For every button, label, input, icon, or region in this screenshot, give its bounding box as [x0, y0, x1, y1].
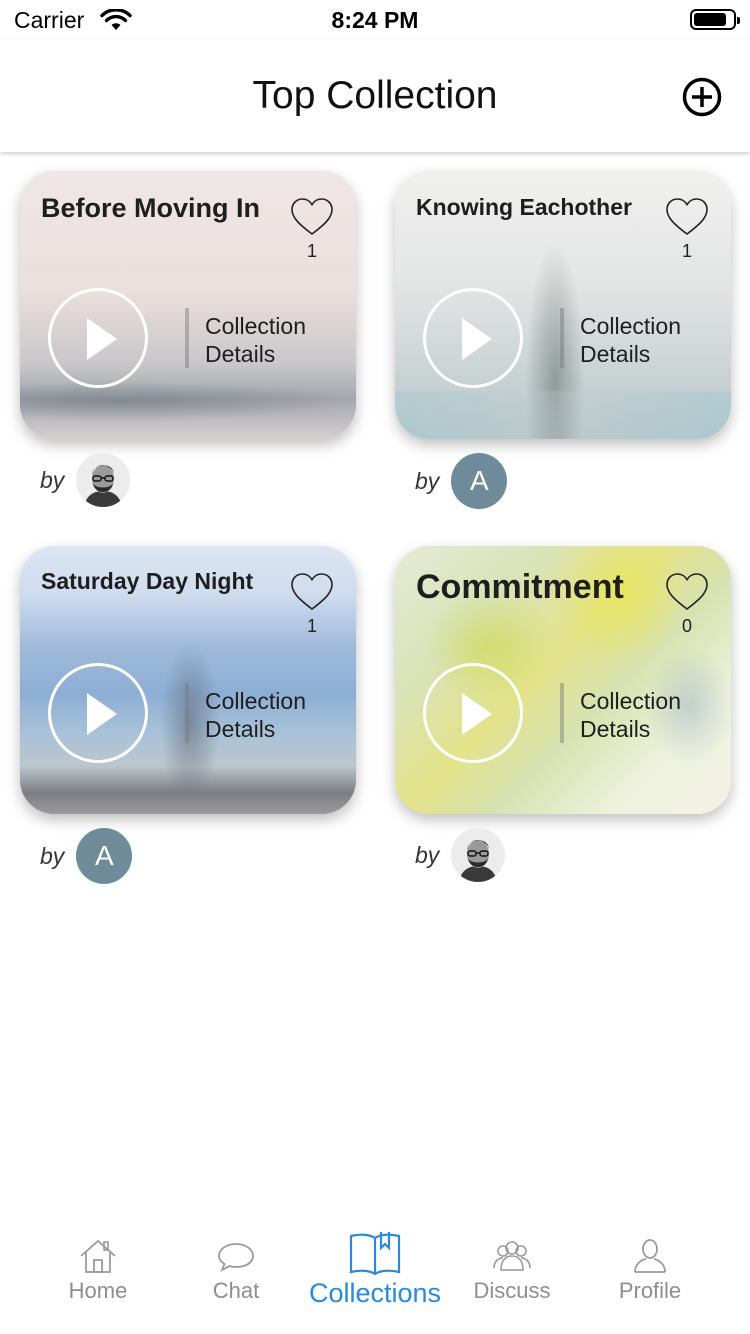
play-icon	[462, 693, 492, 735]
page-title: Top Collection	[252, 74, 498, 117]
like-count: 1	[306, 241, 317, 261]
status-bar: Carrier 8:24 PM	[0, 0, 750, 40]
status-time: 8:24 PM	[331, 7, 419, 33]
by-label: by	[415, 841, 440, 868]
author-byline: by A	[415, 453, 508, 509]
collection-title: Commitment	[416, 568, 624, 606]
collection-card-image[interactable]: Knowing Eachother 1 Collection Details	[395, 171, 731, 439]
collection-details-line2: Details	[580, 341, 651, 367]
tab-discuss-label: Discuss	[473, 1278, 551, 1303]
collection-details-line2: Details	[205, 716, 276, 742]
collection-card: Saturday Day Night 1 Collection Details …	[20, 546, 356, 884]
tab-home-label: Home	[68, 1278, 128, 1303]
group-icon	[493, 1241, 531, 1271]
collection-title: Knowing Eachother	[416, 194, 632, 220]
collection-details-link[interactable]: Collection Details	[580, 312, 681, 368]
by-label: by	[40, 466, 65, 493]
book-bookmark-icon	[349, 1232, 401, 1276]
like-count: 1	[306, 616, 317, 636]
tab-chat[interactable]: Chat	[161, 1224, 311, 1304]
chat-bubble-icon	[218, 1243, 254, 1272]
heart-icon[interactable]	[290, 197, 334, 237]
play-icon	[87, 693, 117, 735]
author-avatar[interactable]: A	[76, 828, 133, 884]
collection-details-link[interactable]: Collection Details	[205, 312, 306, 368]
person-icon	[634, 1239, 666, 1273]
tab-bar: Home Chat Collections Discuss Profile	[0, 1224, 750, 1334]
play-button[interactable]	[423, 663, 523, 763]
play-icon	[87, 318, 117, 360]
author-avatar[interactable]	[451, 828, 506, 882]
by-label: by	[415, 467, 440, 494]
tab-profile[interactable]: Profile	[575, 1224, 725, 1304]
tab-profile-label: Profile	[618, 1278, 682, 1303]
by-label: by	[40, 842, 65, 869]
add-collection-button[interactable]	[682, 77, 722, 117]
battery-icon	[690, 9, 740, 30]
author-byline: by A	[40, 828, 133, 884]
navigation-bar: Top Collection	[0, 40, 750, 152]
tab-home[interactable]: Home	[23, 1224, 173, 1304]
heart-icon[interactable]	[665, 197, 709, 237]
heart-icon[interactable]	[290, 572, 334, 612]
collection-title: Saturday Day Night	[41, 568, 254, 594]
collection-details-line1: Collection	[205, 313, 306, 339]
collection-details-link[interactable]: Collection Details	[205, 687, 306, 743]
heart-icon[interactable]	[665, 572, 709, 612]
divider	[560, 308, 564, 368]
author-byline: by	[415, 828, 506, 882]
collection-title: Before Moving In	[41, 193, 261, 223]
divider	[185, 308, 189, 368]
like-count: 0	[681, 616, 692, 636]
author-avatar[interactable]: A	[451, 453, 508, 509]
collection-details-line1: Collection	[580, 313, 681, 339]
collection-card: Knowing Eachother 1 Collection Details b…	[395, 171, 731, 509]
play-button[interactable]	[423, 288, 523, 388]
person-photo-icon	[76, 453, 131, 507]
play-button[interactable]	[48, 288, 148, 388]
author-avatar[interactable]	[76, 453, 131, 507]
like-count: 1	[681, 241, 692, 261]
collection-details-line2: Details	[205, 341, 276, 367]
person-photo-icon	[451, 828, 506, 882]
collection-card: Commitment 0 Collection Details by	[395, 546, 731, 882]
collection-details-link[interactable]: Collection Details	[580, 687, 681, 743]
collection-card-image[interactable]: Before Moving In 1 Collection Details	[20, 171, 356, 439]
home-icon	[80, 1239, 116, 1273]
author-byline: by	[40, 453, 131, 507]
collection-card-image[interactable]: Saturday Day Night 1 Collection Details	[20, 546, 356, 814]
collection-details-line1: Collection	[205, 688, 306, 714]
play-button[interactable]	[48, 663, 148, 763]
play-icon	[462, 318, 492, 360]
collection-details-line2: Details	[580, 716, 651, 742]
divider	[185, 683, 189, 743]
tab-collections[interactable]: Collections	[300, 1224, 450, 1309]
divider	[560, 683, 564, 743]
collection-card-image[interactable]: Commitment 0 Collection Details	[395, 546, 731, 814]
tab-discuss[interactable]: Discuss	[437, 1224, 587, 1304]
collection-details-line1: Collection	[580, 688, 681, 714]
collection-card: Before Moving In 1 Collection Details by	[20, 171, 356, 507]
tab-chat-label: Chat	[212, 1278, 260, 1303]
tab-collections-label: Collections	[308, 1278, 442, 1308]
